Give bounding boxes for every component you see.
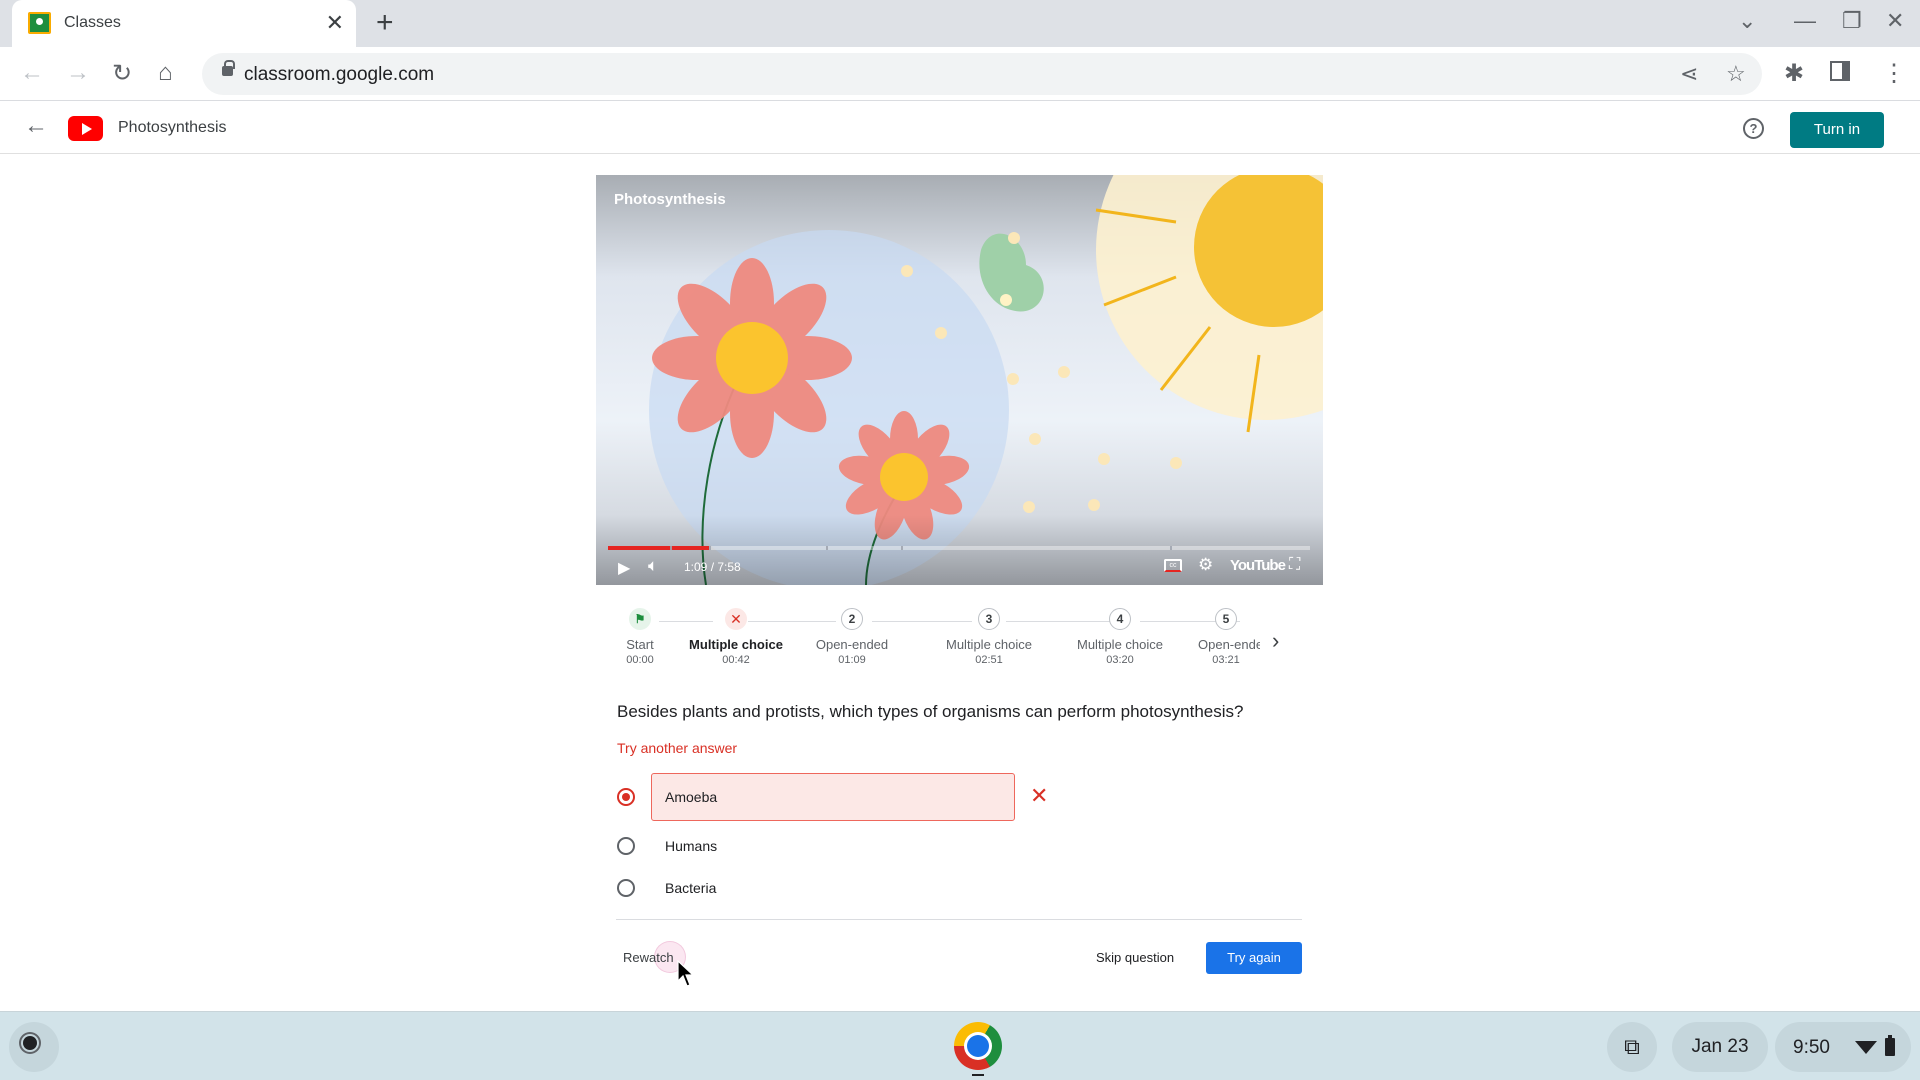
tab-close-icon[interactable]: ✕ <box>326 10 344 36</box>
step-time: 03:21 <box>1212 654 1240 666</box>
step-label: Multiple choice <box>689 637 783 652</box>
youtube-icon <box>68 116 103 141</box>
step-time: 02:51 <box>975 654 1003 666</box>
radio-humans[interactable] <box>617 837 635 855</box>
option-label[interactable]: Bacteria <box>665 880 716 896</box>
incorrect-x-icon: ✕ <box>1030 783 1049 808</box>
system-shelf: ⧉ Jan 23 9:50 <box>0 1011 1920 1080</box>
date-pill[interactable]: Jan 23 <box>1672 1022 1768 1072</box>
step-label: Multiple choice <box>1077 637 1163 652</box>
reload-icon[interactable]: ↻ <box>112 59 132 88</box>
question-text: Besides plants and protists, which types… <box>617 702 1244 721</box>
step-2[interactable]: 2 Open-ended 01:09 <box>792 608 912 666</box>
chevron-right-icon[interactable]: › <box>1272 628 1279 654</box>
step-number: 3 <box>978 608 1000 630</box>
home-icon[interactable]: ⌂ <box>158 59 173 87</box>
minimize-icon[interactable]: — <box>1794 8 1816 34</box>
step-time: 00:42 <box>722 654 750 666</box>
back-arrow-icon[interactable]: ← <box>24 112 48 140</box>
step-label: Open-ended <box>1198 637 1260 652</box>
option-label[interactable]: Humans <box>665 838 717 854</box>
restore-icon[interactable]: ❐ <box>1842 8 1862 34</box>
mouse-cursor-icon <box>677 960 695 987</box>
forward-icon[interactable]: → <box>66 59 90 87</box>
app-running-indicator <box>972 1074 984 1076</box>
share-icon[interactable]: ⋖ <box>1680 61 1698 87</box>
step-number: 4 <box>1109 608 1131 630</box>
page-title: Photosynthesis <box>118 119 227 136</box>
rewatch-button[interactable]: Rewatch <box>623 950 674 965</box>
settings-gear-icon[interactable]: ⚙ <box>1198 555 1213 575</box>
captions-icon[interactable]: cc <box>1164 559 1182 572</box>
help-icon[interactable]: ? <box>1743 118 1764 139</box>
tab-search-chevron-icon[interactable]: ⌄ <box>1738 8 1756 34</box>
turn-in-button[interactable]: Turn in <box>1790 112 1884 148</box>
video-progress-bar[interactable] <box>608 546 1310 550</box>
video-player[interactable]: Photosynthesis ▶ 🔈︎ 1:09 / 7:58 cc ⚙ You… <box>596 175 1323 585</box>
step-number: 2 <box>841 608 863 630</box>
try-again-button[interactable]: Try again <box>1206 942 1302 974</box>
url-text[interactable]: classroom.google.com <box>244 64 434 86</box>
wifi-icon <box>1855 1041 1877 1054</box>
divider <box>616 919 1302 920</box>
chapter-marker <box>669 546 672 550</box>
launcher-icon[interactable] <box>9 1022 59 1072</box>
video-progress-fill <box>608 546 710 550</box>
video-frame-illustration <box>596 175 1323 585</box>
video-time: 1:09 / 7:58 <box>684 560 741 574</box>
bookmark-star-icon[interactable]: ☆ <box>1726 61 1746 87</box>
lock-icon[interactable] <box>222 60 235 76</box>
play-icon[interactable]: ▶ <box>618 558 630 578</box>
video-title-overlay: Photosynthesis <box>614 191 726 208</box>
step-label: Multiple choice <box>946 637 1032 652</box>
chapter-marker <box>1169 546 1172 550</box>
browser-toolbar: ← → ↻ ⌂ classroom.google.com ⋖ ☆ ✱ ⋮ <box>0 47 1920 101</box>
holding-space-icon[interactable]: ⧉ <box>1607 1022 1657 1072</box>
address-bar[interactable]: classroom.google.com ⋖ ☆ <box>202 53 1762 95</box>
option-label[interactable]: Amoeba <box>665 789 717 805</box>
step-label: Open-ended <box>815 637 889 652</box>
clock: 9:50 <box>1793 1037 1830 1058</box>
chapter-marker <box>900 546 903 550</box>
step-number: 5 <box>1215 608 1237 630</box>
step-1[interactable]: ✕ Multiple choice 00:42 <box>676 608 796 666</box>
fullscreen-icon[interactable]: ⛶ <box>1289 556 1300 574</box>
extensions-icon[interactable]: ✱ <box>1784 59 1804 88</box>
chapter-marker <box>825 546 828 550</box>
google-classroom-favicon-icon <box>28 12 51 34</box>
feedback-message: Try another answer <box>617 740 738 756</box>
back-icon[interactable]: ← <box>20 59 44 87</box>
radio-amoeba[interactable] <box>617 788 635 806</box>
side-panel-icon[interactable] <box>1830 61 1850 81</box>
step-5[interactable]: 5 Open-ended 03:21 <box>1192 608 1260 666</box>
step-4[interactable]: 4 Multiple choice 03:20 <box>1060 608 1180 666</box>
step-3[interactable]: 3 Multiple choice 02:51 <box>929 608 1049 666</box>
question-stepper: ⚑ Start 00:00 ✕ Multiple choice 00:42 2 … <box>596 608 1323 678</box>
step-time: 01:09 <box>838 654 866 666</box>
browser-tab-strip: Classes ✕ + ⌄ — ❐ ✕ <box>0 0 1920 47</box>
status-tray[interactable]: 9:50 <box>1775 1022 1911 1072</box>
tab-title: Classes <box>64 14 121 31</box>
volume-icon[interactable]: 🔈︎ <box>648 556 658 576</box>
chrome-app-icon[interactable] <box>954 1022 1002 1070</box>
flag-icon: ⚑ <box>629 608 651 630</box>
radio-bacteria[interactable] <box>617 879 635 897</box>
skip-question-button[interactable]: Skip question <box>1096 950 1174 965</box>
battery-icon <box>1885 1035 1895 1056</box>
incorrect-x-icon: ✕ <box>725 608 747 630</box>
close-window-icon[interactable]: ✕ <box>1886 8 1904 34</box>
app-header: ← Photosynthesis ? Turn in <box>0 102 1920 154</box>
new-tab-icon[interactable]: + <box>376 6 394 40</box>
menu-kebab-icon[interactable]: ⋮ <box>1882 59 1906 88</box>
youtube-logo[interactable]: YouTube <box>1230 557 1286 574</box>
browser-tab[interactable]: Classes ✕ <box>12 0 356 47</box>
chapter-marker <box>709 546 712 550</box>
step-time: 03:20 <box>1106 654 1134 666</box>
